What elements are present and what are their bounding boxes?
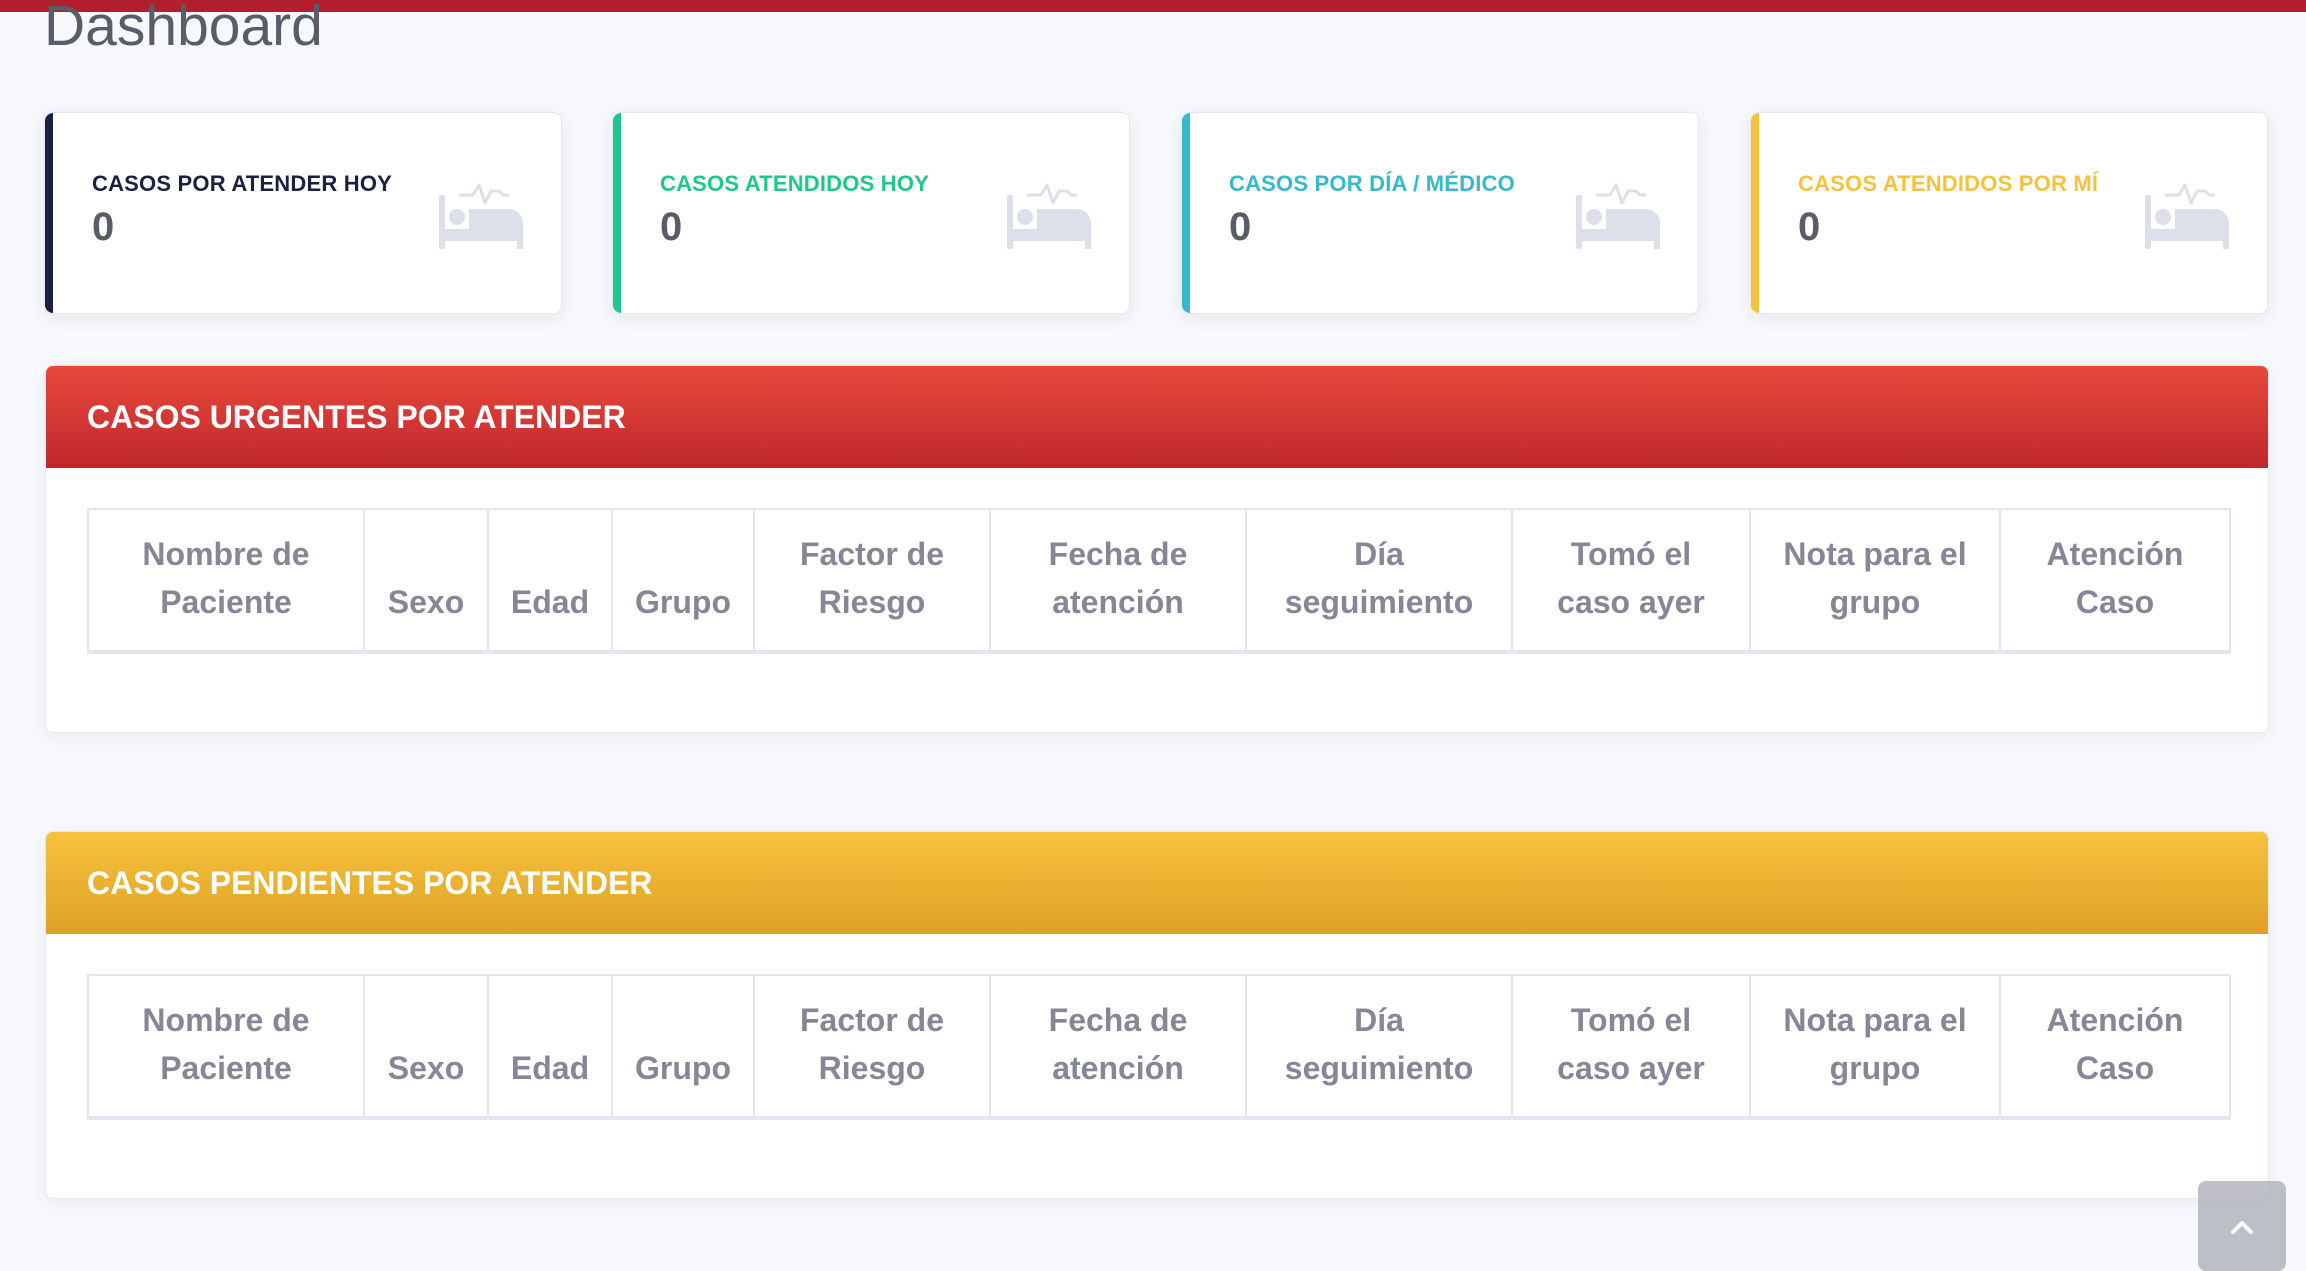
column-header-grupo[interactable]: Grupo: [611, 508, 755, 654]
column-header-line2: atención: [1052, 1050, 1184, 1086]
urgent-cases-table: Nombre de Paciente Sexo Edad Grupo Factor…: [87, 508, 2231, 654]
column-header-line2: Riesgo: [818, 1050, 926, 1086]
column-header-nombre-de-paciente[interactable]: Nombre de Paciente: [87, 508, 365, 654]
scroll-to-top-button[interactable]: [2198, 1181, 2286, 1271]
column-header-line1: Factor de: [799, 536, 945, 572]
column-header-line2: Grupo: [635, 1050, 731, 1086]
column-header-line1: Fecha de: [1048, 1002, 1188, 1038]
column-header-line1: Atención: [2046, 536, 2184, 572]
column-header-tomo-el-caso-ayer[interactable]: Tomó el caso ayer: [1511, 974, 1751, 1120]
column-header-line1: Factor de: [799, 1002, 945, 1038]
kpi-card-casos-atendidos-hoy: CASOS ATENDIDOS HOY 0: [612, 112, 1130, 314]
kpi-value: 0: [660, 205, 683, 249]
urgent-cases-panel: CASOS URGENTES POR ATENDER Nombre de Paci…: [45, 365, 2269, 733]
column-header-line1: Nota para el: [1783, 1002, 1967, 1038]
column-header-line2: Caso: [2075, 1050, 2155, 1086]
column-header-line2: Sexo: [387, 584, 465, 620]
column-header-line2: grupo: [1829, 584, 1921, 620]
column-header-nota-para-el-grupo[interactable]: Nota para el grupo: [1749, 974, 2001, 1120]
column-header-line1: Atención: [2046, 1002, 2184, 1038]
pending-cases-header: CASOS PENDIENTES POR ATENDER: [46, 832, 2268, 934]
column-header-line2: Caso: [2075, 584, 2155, 620]
column-header-line2: Riesgo: [818, 584, 926, 620]
card-accent: [1182, 113, 1190, 313]
column-header-line1: Nombre de: [142, 536, 310, 572]
column-header-line2: grupo: [1829, 1050, 1921, 1086]
column-header-atencion-caso[interactable]: Atención Caso: [1999, 508, 2231, 654]
column-header-line2: caso ayer: [1557, 1050, 1705, 1086]
bed-icon: [2145, 183, 2229, 249]
column-header-dia-seguimiento[interactable]: Día seguimiento: [1245, 974, 1513, 1120]
column-header-line1: Nombre de: [142, 1002, 310, 1038]
column-header-line2: caso ayer: [1557, 584, 1705, 620]
column-header-sexo[interactable]: Sexo: [363, 974, 489, 1120]
column-header-edad[interactable]: Edad: [487, 974, 613, 1120]
column-header-factor-de-riesgo[interactable]: Factor de Riesgo: [753, 974, 991, 1120]
kpi-label: CASOS POR ATENDER HOY: [92, 171, 393, 196]
table-header-row: Nombre de Paciente Sexo Edad Grupo Factor…: [87, 974, 2231, 1120]
kpi-label: CASOS ATENDIDOS HOY: [660, 171, 930, 196]
pending-cases-panel: CASOS PENDIENTES POR ATENDER Nombre de Pa…: [45, 831, 2269, 1199]
column-header-line1: Nota para el: [1783, 536, 1967, 572]
table-header-row: Nombre de Paciente Sexo Edad Grupo Factor…: [87, 508, 2231, 654]
column-header-line1: Fecha de: [1048, 536, 1188, 572]
urgent-cases-title: CASOS URGENTES POR ATENDER: [87, 399, 626, 435]
column-header-atencion-caso[interactable]: Atención Caso: [1999, 974, 2231, 1120]
column-header-fecha-de-atencion[interactable]: Fecha de atención: [989, 974, 1247, 1120]
column-header-line2: atención: [1052, 584, 1184, 620]
card-accent: [45, 113, 53, 313]
page-title: Dashboard: [44, 0, 323, 58]
column-header-line1: Día: [1354, 536, 1404, 572]
column-header-line2: Edad: [510, 584, 590, 620]
kpi-value: 0: [92, 205, 115, 249]
column-header-line2: Sexo: [387, 1050, 465, 1086]
kpi-value: 0: [1798, 205, 1821, 249]
bed-icon: [439, 183, 523, 249]
column-header-line2: seguimiento: [1284, 584, 1474, 620]
kpi-label: CASOS POR DÍA / MÉDICO: [1229, 171, 1515, 196]
column-header-fecha-de-atencion[interactable]: Fecha de atención: [989, 508, 1247, 654]
column-header-grupo[interactable]: Grupo: [611, 974, 755, 1120]
bed-icon: [1007, 183, 1091, 249]
column-header-dia-seguimiento[interactable]: Día seguimiento: [1245, 508, 1513, 654]
kpi-card-casos-atendidos-por-mi: CASOS ATENDIDOS POR MÍ 0: [1750, 112, 2268, 314]
chevron-up-icon: [2231, 1221, 2253, 1234]
urgent-cases-header: CASOS URGENTES POR ATENDER: [46, 366, 2268, 468]
column-header-line2: seguimiento: [1284, 1050, 1474, 1086]
pending-cases-table: Nombre de Paciente Sexo Edad Grupo Factor…: [87, 974, 2231, 1120]
column-header-line1: Día: [1354, 1002, 1404, 1038]
column-header-line1: Tomó el: [1570, 1002, 1692, 1038]
top-accent-bar: [0, 0, 2306, 12]
card-accent: [1751, 113, 1759, 313]
column-header-sexo[interactable]: Sexo: [363, 508, 489, 654]
column-header-nombre-de-paciente[interactable]: Nombre de Paciente: [87, 974, 365, 1120]
pending-cases-title: CASOS PENDIENTES POR ATENDER: [87, 865, 653, 901]
column-header-line2: Paciente: [160, 584, 292, 620]
column-header-nota-para-el-grupo[interactable]: Nota para el grupo: [1749, 508, 2001, 654]
bed-icon: [1576, 183, 1660, 249]
column-header-line2: Edad: [510, 1050, 590, 1086]
column-header-line2: Grupo: [635, 584, 731, 620]
column-header-tomo-el-caso-ayer[interactable]: Tomó el caso ayer: [1511, 508, 1751, 654]
kpi-value: 0: [1229, 205, 1252, 249]
column-header-edad[interactable]: Edad: [487, 508, 613, 654]
column-header-line2: Paciente: [160, 1050, 292, 1086]
column-header-factor-de-riesgo[interactable]: Factor de Riesgo: [753, 508, 991, 654]
column-header-line1: Tomó el: [1570, 536, 1692, 572]
kpi-label: CASOS ATENDIDOS POR MÍ: [1798, 171, 2099, 196]
card-accent: [613, 113, 621, 313]
kpi-card-casos-por-dia-medico: CASOS POR DÍA / MÉDICO 0: [1181, 112, 1699, 314]
kpi-card-casos-por-atender-hoy: CASOS POR ATENDER HOY 0: [44, 112, 562, 314]
